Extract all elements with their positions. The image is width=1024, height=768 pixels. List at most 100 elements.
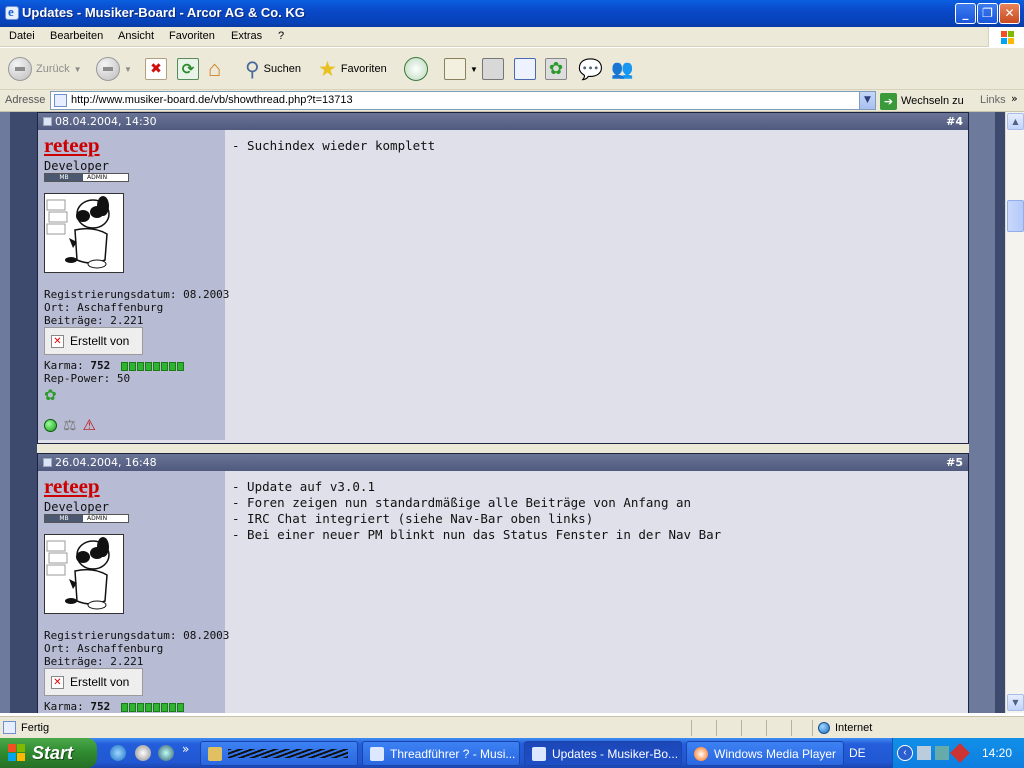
stop-button[interactable]: ✖ [145,56,167,82]
folder-icon [208,746,222,761]
language-indicator[interactable]: DE [849,746,866,760]
menu-help[interactable]: ? [278,30,284,42]
security-alert-icon[interactable] [950,743,970,763]
address-label: Adresse [5,94,46,106]
karma: Karma: 752 [44,359,184,372]
registration-date: Registrierungsdatum: 08.2003 [44,629,230,642]
windows-logo-icon [988,27,1024,47]
online-status-icon [44,418,57,432]
close-button[interactable]: ✕ [999,3,1020,24]
start-button[interactable]: Start [0,738,97,768]
refresh-button[interactable]: ⟳ [177,56,199,82]
history-icon [404,57,428,81]
media-player-icon [694,746,708,761]
scroll-thumb[interactable] [1007,200,1024,232]
go-button[interactable]: ➔ Wechseln zu [880,92,964,110]
report-warning-icon[interactable]: ⚠ [82,416,95,434]
toolbar: Zurück ▼ ▼ ✖ ⟳ ⌂ ⚲ Suchen ★ Favoriten ▼ … [0,48,1024,90]
avatar [44,193,124,273]
address-input[interactable]: http://www.musiker-board.de/vb/showthrea… [50,91,876,110]
post: 08.04.2004, 14:30 #4 reteep Developer MB… [37,112,969,444]
scales-icon[interactable]: ⚖ [63,416,76,434]
karma: Karma: 752 [44,700,184,713]
menu-bar: Datei Bearbeiten Ansicht Favoriten Extra… [0,27,1024,47]
mail-button[interactable]: ▼ [444,56,478,82]
history-button[interactable] [404,56,428,82]
post-header: 08.04.2004, 14:30 #4 [38,113,968,130]
location: Ort: Aschaffenburg [44,642,164,655]
page-icon [3,721,16,734]
page-icon [54,94,67,107]
post-count: Beiträge: 2.221 [44,655,144,668]
maximize-button[interactable]: ❐ [977,3,998,24]
menu-datei[interactable]: Datei [9,30,35,42]
tray-app-icon[interactable] [935,746,949,760]
post-actions: ⚖ ⚠ [44,416,96,434]
post-date: 08.04.2004, 14:30 [55,115,157,128]
links-button[interactable]: Links [980,94,1006,106]
ie-icon [532,746,546,761]
stop-icon: ✖ [145,58,167,80]
print-button[interactable] [482,56,504,82]
search-icon: ⚲ [245,58,260,81]
search-button[interactable]: ⚲ Suchen [245,56,301,82]
clock[interactable]: 14:20 [982,746,1012,760]
karma-bar [120,361,184,371]
username[interactable]: reteep [44,133,100,158]
taskbar-item-hidden[interactable] [200,741,358,766]
user-panel: reteep Developer MB ADMIN Registrierungs… [38,471,229,713]
icq-flower-icon: ✿ [545,58,567,80]
user-role: Developer [44,159,110,173]
home-icon: ⌂ [208,56,222,81]
chevron-left-icon[interactable]: ‹ [897,745,913,761]
outlook-quicklaunch-icon[interactable] [158,745,174,761]
edit-icon [514,58,536,80]
created-by-image: ✕ Erstellt von [44,327,143,355]
post-number[interactable]: #4 [946,115,963,128]
status-text: Fertig [21,722,50,734]
edit-button[interactable] [514,56,536,82]
chevron-down-icon[interactable]: ▼ [859,92,875,109]
address-url[interactable]: http://www.musiker-board.de/vb/showthrea… [71,94,353,106]
ie-icon [370,746,384,761]
minimize-button[interactable]: _ [955,3,976,24]
discuss-button[interactable]: 💬 [578,56,603,82]
avatar [44,534,124,614]
globe-icon [818,722,830,734]
printer-icon [482,58,504,80]
network-icon[interactable] [917,746,931,760]
ie-icon [5,4,19,20]
menu-extras[interactable]: Extras [231,30,262,42]
vertical-scrollbar[interactable]: ▲ ▼ [1005,112,1024,713]
menu-ansicht[interactable]: Ansicht [118,30,154,42]
ie-quicklaunch-icon[interactable] [110,745,126,761]
post-number[interactable]: #5 [946,456,963,469]
chevron-right-icon[interactable]: » [1011,92,1018,105]
refresh-icon: ⟳ [177,58,199,80]
broken-image-icon: ✕ [51,675,64,689]
broken-image-icon: ✕ [51,334,64,348]
menu-bearbeiten[interactable]: Bearbeiten [50,30,103,42]
icq-button[interactable]: ✿ [545,56,567,82]
scroll-down-icon[interactable]: ▼ [1007,694,1024,711]
menu-favoriten[interactable]: Favoriten [169,30,215,42]
favorites-button[interactable]: ★ Favoriten [318,56,387,82]
scroll-up-icon[interactable]: ▲ [1007,113,1024,130]
forward-arrow-icon [96,57,120,81]
messenger-button[interactable]: 👥 [611,56,633,82]
username[interactable]: reteep [44,474,100,499]
registration-date: Registrierungsdatum: 08.2003 [44,288,230,301]
speech-bubble-icon: 💬 [578,58,603,81]
forward-button[interactable]: ▼ [96,56,132,82]
post-message: - Suchindex wieder komplett [232,138,436,153]
taskbar-item-threadfuehrer[interactable]: Threadführer ? - Musi... [362,741,520,766]
taskbar-item-media-player[interactable]: Windows Media Player [686,741,844,766]
home-button[interactable]: ⌂ [208,56,221,82]
icq-flower-icon[interactable]: ✿ [44,386,57,404]
post-icon [43,458,52,467]
taskbar-item-updates[interactable]: Updates - Musiker-Bo... [524,741,682,766]
chevron-right-icon[interactable]: » [182,742,189,756]
back-button[interactable]: Zurück ▼ [8,56,82,82]
post-count: Beiträge: 2.221 [44,314,144,327]
media-player-quicklaunch-icon[interactable] [135,745,151,761]
